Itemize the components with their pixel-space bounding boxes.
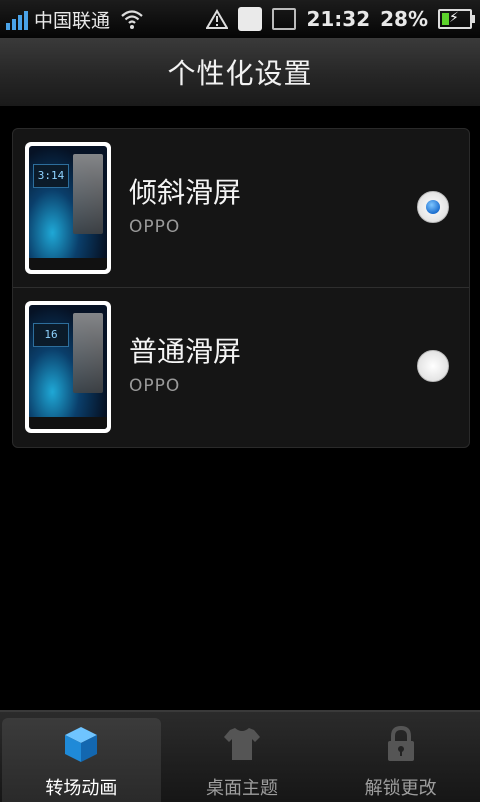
title-bar: 个性化设置 [0,38,480,107]
bottom-tab-bar: 转场动画 桌面主题 解锁更改 [0,710,480,802]
thumbnail-clock: 3:14 [33,164,69,188]
option-tilt-scroll[interactable]: 3:14 倾斜滑屏 OPPO [13,129,469,287]
option-normal-scroll[interactable]: 16 普通滑屏 OPPO [13,287,469,446]
option-subtitle: OPPO [129,376,181,396]
option-title: 倾斜滑屏 [129,176,242,209]
preview-thumbnail: 3:14 [25,142,111,274]
signal-icon [6,8,28,30]
battery-percent: 28% [380,7,428,31]
warning-icon [206,9,229,29]
lock-icon [387,725,414,761]
thumbnail-clock: 16 [33,323,69,347]
tab-desktop-theme[interactable]: 桌面主题 [163,712,322,802]
cube-icon [65,727,98,762]
status-bar: 中国联通 21:32 28% ⚡ [0,0,480,38]
tab-transition-animation[interactable]: 转场动画 [2,718,161,802]
notification-app-icon [238,7,263,31]
tab-label: 转场动画 [45,778,118,799]
image-notification-icon [272,8,297,30]
transition-options-list: 3:14 倾斜滑屏 OPPO 16 普通滑屏 OPPO [12,128,470,448]
option-subtitle: OPPO [129,217,181,237]
shirt-icon [224,728,260,760]
option-title: 普通滑屏 [129,335,242,368]
tab-label: 桌面主题 [206,778,278,799]
tab-unlock-change[interactable]: 解锁更改 [321,712,480,802]
page-title: 个性化设置 [167,57,313,90]
wifi-icon [121,10,143,29]
battery-icon: ⚡ [438,9,475,29]
tab-label: 解锁更改 [364,778,437,799]
clock: 21:32 [306,7,371,31]
radio-button[interactable] [417,350,449,382]
radio-button-selected[interactable] [417,191,449,223]
preview-thumbnail: 16 [25,301,111,433]
carrier-name: 中国联通 [34,9,111,32]
